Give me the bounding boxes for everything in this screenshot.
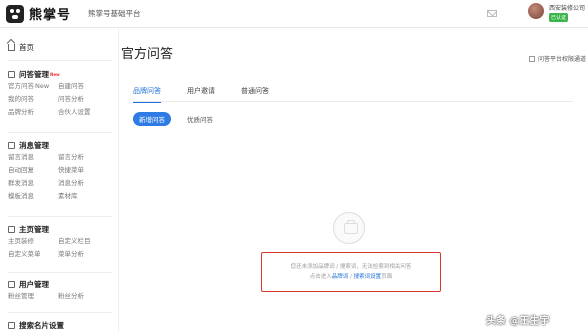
subtab-bar: 新增问答 优质问答 [133,112,229,126]
search-word-settings-link[interactable]: 搜索词设置 [354,274,382,280]
verified-badge: 已认证 [549,13,569,22]
brand-word-link[interactable]: 品牌词 [332,274,349,280]
tab-general-qa[interactable]: 普通问答 [241,86,269,102]
page-icon [8,225,15,233]
message-icon [8,141,15,149]
qa-icon [8,70,15,78]
sidebar-item-my-qa[interactable]: 我的问答 [8,94,58,105]
subtab-quality-qa[interactable]: 优质问答 [181,112,219,126]
section-qa: 问答管理 New 官方问答New 自建问答 我的问答 问答分析 品牌分析 合伙人设… [8,68,108,118]
sidebar-item-custom-menu[interactable]: 自定义菜单 [8,249,58,260]
divider [8,312,112,313]
sidebar-item-menu-analysis[interactable]: 菜单分析 [58,249,108,260]
section-title[interactable]: 搜索名片设置 [8,319,64,331]
empty-inbox-icon [333,212,365,244]
logo[interactable]: 熊掌号 [6,4,71,23]
new-tag: New [50,71,60,77]
sidebar-item-message-analysis[interactable]: 消息分析 [58,178,108,189]
sidebar-item-comments[interactable]: 留言消息 [8,152,58,163]
checkbox[interactable] [529,55,535,62]
section-title: 用户管理 [8,278,108,290]
sidebar-item-quick-menu[interactable]: 快捷菜单 [58,165,108,176]
account-name[interactable]: 西安装修公司 [549,3,585,12]
qa-permission-toggle[interactable]: 问答平台权限通道 [529,54,586,63]
empty-state-notice: 您还未添加品牌词 / 搜索词，无法检索到相关问答 点击进入品牌词 / 搜索词设置… [261,252,441,292]
section-title: 问答管理 New [8,68,108,80]
sidebar-item-homepage-decor[interactable]: 主页装修 [8,236,58,247]
watermark: 头条 @王生宇 [486,316,550,327]
sidebar-item-custom-columns[interactable]: 自定义栏目 [58,236,108,247]
top-bar: 熊掌号 熊掌号基础平台 西安装修公司 已认证 [0,0,588,28]
sidebar-item-home[interactable]: 首页 [8,42,34,53]
tab-brand-qa[interactable]: 品牌问答 [133,86,161,103]
page-title: 官方问答 [121,47,174,62]
card-icon [8,321,15,329]
divider [8,60,112,61]
subtab-new-qa[interactable]: 新增问答 [133,112,171,126]
mail-icon[interactable] [487,10,497,17]
sidebar-item-partner-settings[interactable]: 合伙人设置 [58,107,108,118]
sidebar: 首页 问答管理 New 官方问答New 自建问答 我的问答 问答分析 品牌分析 合… [0,28,118,332]
sidebar-item-broadcast[interactable]: 群发消息 [8,178,58,189]
avatar[interactable] [528,3,544,19]
sidebar-item-material-library[interactable]: 素材库 [58,191,108,202]
section-users: 用户管理 粉丝管理 粉丝分析 [8,278,108,302]
divider [8,216,112,217]
notice-line-1: 您还未添加品牌词 / 搜索词，无法检索到相关问答 [290,264,412,270]
sidebar-item-fan-analysis[interactable]: 粉丝分析 [58,291,108,302]
sidebar-item-label: 首页 [19,43,34,52]
divider [8,132,112,133]
divider [8,272,112,273]
home-icon [8,44,15,51]
sidebar-item-qa-analysis[interactable]: 问答分析 [58,94,108,105]
user-icon [8,280,15,288]
section-title: 主页管理 [8,223,108,235]
logo-text: 熊掌号 [29,8,72,23]
section-homepage: 主页管理 主页装修 自定义栏目 自定义菜单 菜单分析 [8,223,108,260]
notice-line-2: 点击进入品牌词 / 搜索词设置页面 [309,274,393,280]
sidebar-item-custom-qa[interactable]: 自建问答 [58,81,108,92]
platform-name: 熊掌号基础平台 [88,9,141,18]
sidebar-item-brand-analysis[interactable]: 品牌分析 [8,107,58,118]
paw-logo-icon [6,4,24,23]
sidebar-item-template-messages[interactable]: 模板消息 [8,191,58,202]
sidebar-item-auto-reply[interactable]: 自动回复 [8,165,58,176]
section-messages: 消息管理 留言消息 留言分析 自动回复 快捷菜单 群发消息 消息分析 模板消息 … [8,139,108,202]
tab-bar: 品牌问答 用户邀请 普通问答 [133,86,573,103]
sidebar-item-fan-management[interactable]: 粉丝管理 [8,291,58,302]
sidebar-item-official-qa[interactable]: 官方问答New [8,81,58,92]
main-panel: 官方问答 问答平台权限通道 品牌问答 用户邀请 普通问答 新增问答 优质问答 您… [118,28,588,332]
tab-user-invite[interactable]: 用户邀请 [187,86,215,102]
sidebar-item-comment-analysis[interactable]: 留言分析 [58,152,108,163]
section-title: 消息管理 [8,139,108,151]
section-search-card: 搜索名片设置 [8,319,64,331]
